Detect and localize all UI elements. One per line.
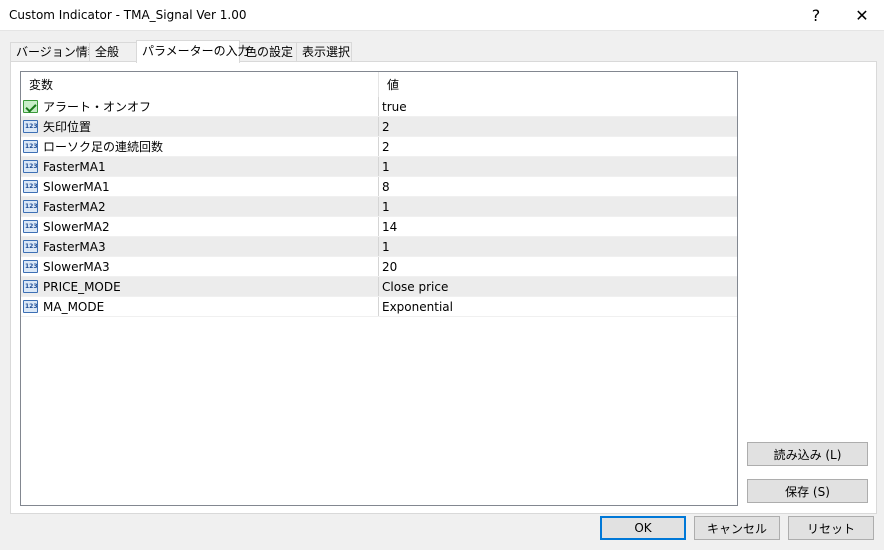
number-icon xyxy=(23,280,38,293)
ok-button[interactable]: OK xyxy=(600,516,686,540)
number-icon xyxy=(23,140,38,153)
param-name: ローソク足の連続回数 xyxy=(43,140,164,154)
param-value[interactable]: true xyxy=(382,97,407,117)
param-value[interactable]: 8 xyxy=(382,177,390,197)
number-icon xyxy=(23,180,38,193)
param-value[interactable]: 1 xyxy=(382,237,390,257)
param-value[interactable]: 20 xyxy=(382,257,397,277)
load-button[interactable]: 読み込み (L) xyxy=(747,442,868,466)
tab-visualization[interactable]: 表示選択 xyxy=(296,42,352,62)
save-button[interactable]: 保存 (S) xyxy=(747,479,868,503)
param-value[interactable]: 1 xyxy=(382,197,390,217)
param-name: SlowerMA2 xyxy=(43,220,110,234)
table-row[interactable]: SlowerMA1 8 xyxy=(21,177,737,197)
cancel-button[interactable]: キャンセル xyxy=(694,516,780,540)
table-row[interactable]: ローソク足の連続回数 2 xyxy=(21,137,737,157)
help-icon: ? xyxy=(811,5,821,25)
parameter-grid[interactable]: 変数 値 アラート・オンオフ true 矢印位置 2 ローソク足の連続回数 2 … xyxy=(20,71,738,506)
table-row[interactable]: FasterMA1 1 xyxy=(21,157,737,177)
table-row[interactable]: 矢印位置 2 xyxy=(21,117,737,137)
reset-button[interactable]: リセット xyxy=(788,516,874,540)
param-name: アラート・オンオフ xyxy=(43,100,152,114)
tab-general[interactable]: 全般 xyxy=(89,42,137,62)
param-value[interactable]: 1 xyxy=(382,157,390,177)
number-icon xyxy=(23,120,38,133)
param-value[interactable]: 2 xyxy=(382,117,390,137)
number-icon xyxy=(23,240,38,253)
column-header-value[interactable]: 値 xyxy=(379,72,737,97)
param-value[interactable]: 2 xyxy=(382,137,390,157)
param-name: FasterMA2 xyxy=(43,200,106,214)
table-row[interactable]: PRICE_MODE Close price xyxy=(21,277,737,297)
param-value[interactable]: 14 xyxy=(382,217,397,237)
number-icon xyxy=(23,220,38,233)
table-row[interactable]: FasterMA2 1 xyxy=(21,197,737,217)
grid-header: 変数 値 xyxy=(21,72,737,97)
param-name: SlowerMA1 xyxy=(43,180,110,194)
close-icon: ✕ xyxy=(855,5,869,25)
param-name: SlowerMA3 xyxy=(43,260,110,274)
param-name: 矢印位置 xyxy=(43,120,92,134)
boolean-icon xyxy=(23,100,38,113)
param-value[interactable]: Close price xyxy=(382,277,448,297)
title-bar: Custom Indicator - TMA_Signal Ver 1.00 ?… xyxy=(0,0,884,31)
number-icon xyxy=(23,300,38,313)
number-icon xyxy=(23,260,38,273)
table-row[interactable]: SlowerMA2 14 xyxy=(21,217,737,237)
table-row[interactable]: FasterMA3 1 xyxy=(21,237,737,257)
help-button[interactable]: ? xyxy=(794,0,838,30)
param-name: PRICE_MODE xyxy=(43,280,121,294)
tab-parameters[interactable]: パラメーターの入力 xyxy=(136,40,250,63)
param-name: FasterMA1 xyxy=(43,160,106,174)
tab-version-info[interactable]: バージョン情報 xyxy=(10,42,100,62)
param-name: FasterMA3 xyxy=(43,240,106,254)
grid-rows: アラート・オンオフ true 矢印位置 2 ローソク足の連続回数 2 Faste… xyxy=(21,97,737,317)
close-button[interactable]: ✕ xyxy=(840,0,884,30)
table-row[interactable]: MA_MODE Exponential xyxy=(21,297,737,317)
column-header-variable[interactable]: 変数 xyxy=(21,72,378,97)
table-row[interactable]: SlowerMA3 20 xyxy=(21,257,737,277)
param-name: MA_MODE xyxy=(43,300,105,314)
param-value[interactable]: Exponential xyxy=(382,297,453,317)
number-icon xyxy=(23,160,38,173)
window-title: Custom Indicator - TMA_Signal Ver 1.00 xyxy=(9,8,247,22)
table-row[interactable]: アラート・オンオフ true xyxy=(21,97,737,117)
number-icon xyxy=(23,200,38,213)
